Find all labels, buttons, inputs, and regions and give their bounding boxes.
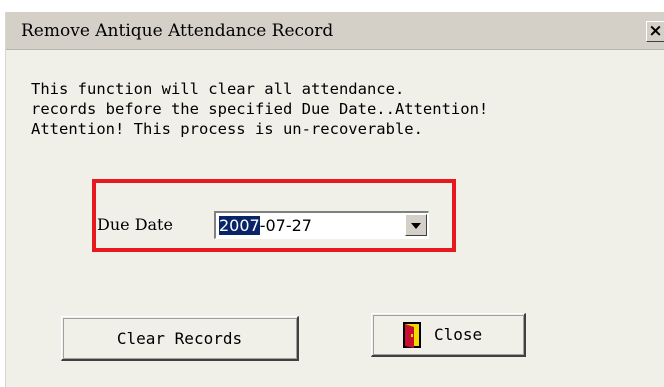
due-date-month-day[interactable]: -07-27 (260, 216, 312, 235)
message-line-1: This function will clear all attendance. (31, 80, 405, 98)
message-line-2: records before the specified Due Date..A… (31, 100, 489, 118)
window-close-button[interactable]: × (646, 21, 664, 42)
due-date-value[interactable]: 2007-07-27 (219, 216, 312, 235)
door-icon (403, 322, 421, 348)
window-title: Remove Antique Attendance Record (21, 21, 334, 41)
due-date-year-selected[interactable]: 2007 (219, 216, 260, 235)
clear-records-button[interactable]: Clear Records (61, 316, 299, 361)
close-label: Close (434, 325, 483, 344)
message-line-3: Attention! This process is un-recoverabl… (31, 120, 423, 138)
due-date-label: Due Date (97, 215, 173, 234)
due-date-picker[interactable]: 2007-07-27 (214, 211, 429, 239)
warning-message: This function will clear all attendance.… (31, 79, 488, 139)
chevron-down-icon (411, 223, 421, 229)
close-button[interactable]: Close (371, 313, 526, 357)
date-dropdown-button[interactable] (405, 214, 427, 236)
title-bar[interactable]: Remove Antique Attendance Record × (6, 12, 664, 50)
clear-records-label: Clear Records (116, 329, 243, 348)
